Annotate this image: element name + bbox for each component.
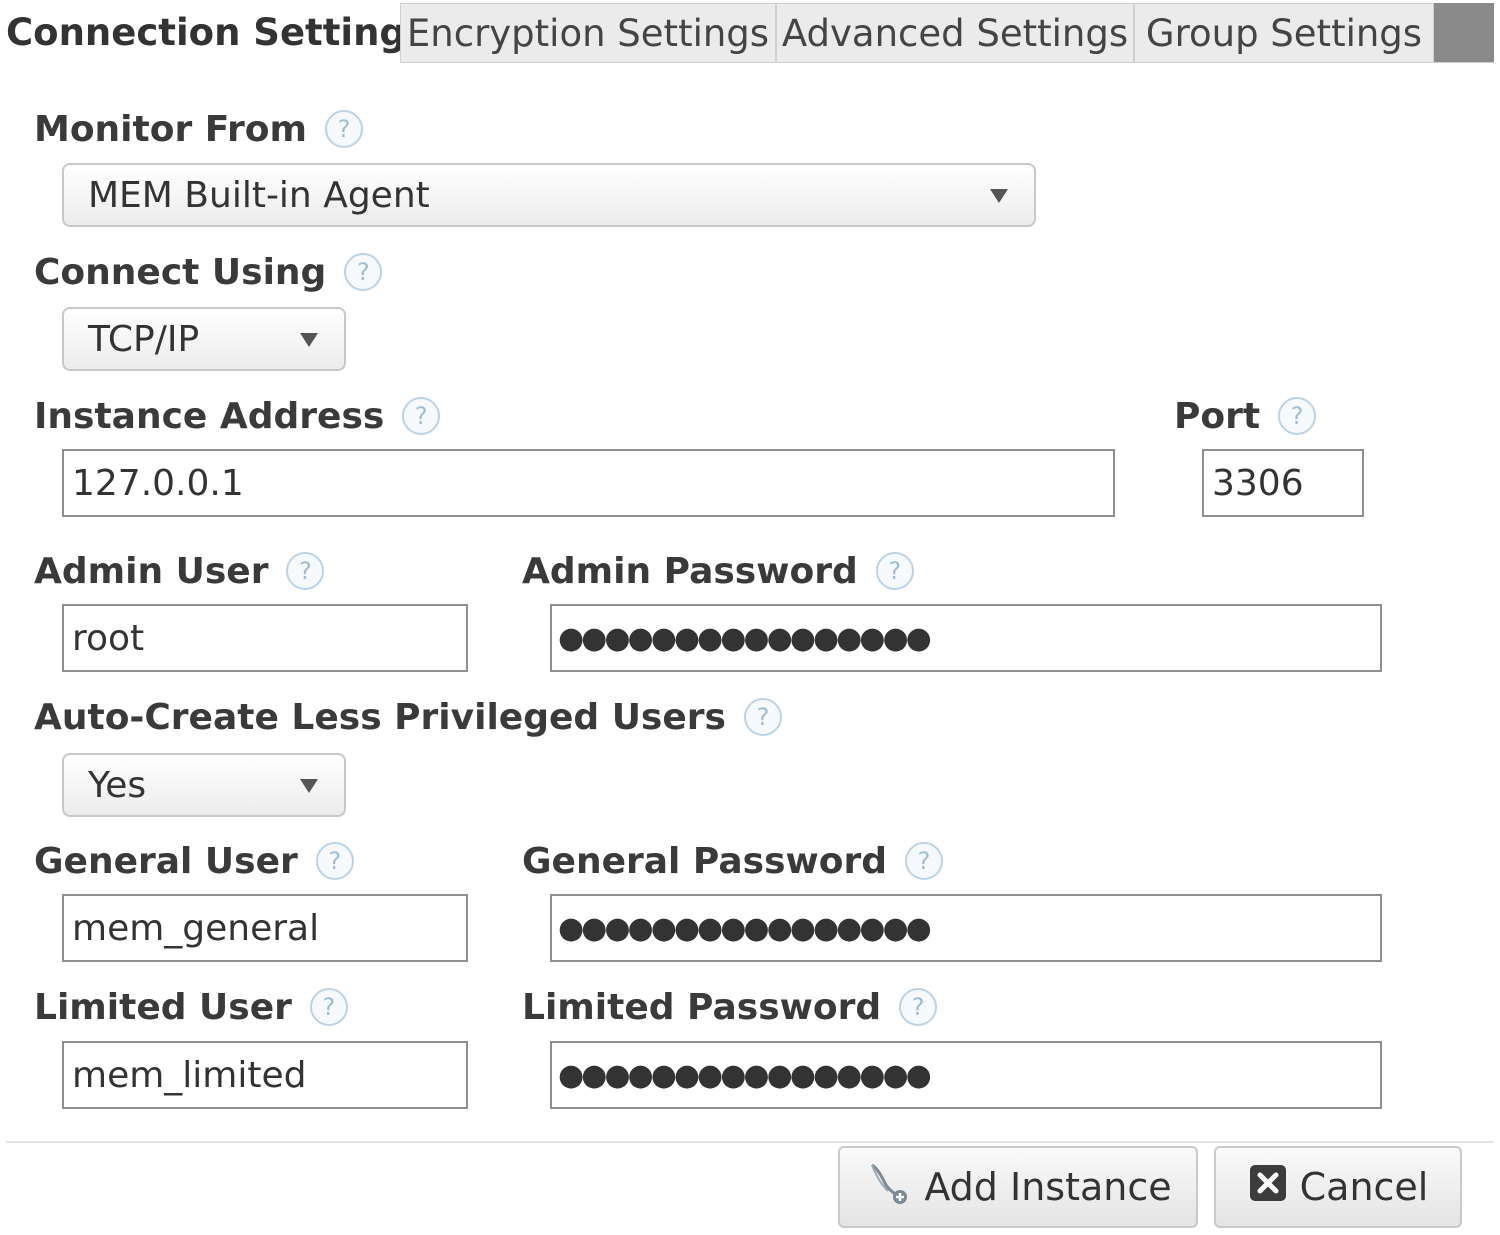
help-icon[interactable]: ? <box>1278 397 1317 435</box>
general-password-label: General Password ? <box>522 836 944 886</box>
help-icon[interactable]: ? <box>875 552 914 590</box>
help-icon[interactable]: ? <box>899 988 938 1026</box>
tab-advanced-settings[interactable]: Advanced Settings <box>776 3 1134 62</box>
monitor-from-select[interactable]: MEM Built-in Agent <box>62 163 1036 227</box>
tab-bar: Connection Settings Encryption Settings … <box>0 0 1500 64</box>
help-icon[interactable]: ? <box>402 397 441 435</box>
port-label: Port ? <box>1174 391 1317 441</box>
instance-address-label: Instance Address ? <box>34 391 441 441</box>
dolphin-add-icon <box>864 1159 912 1216</box>
help-icon[interactable]: ? <box>743 698 782 736</box>
limited-password-label: Limited Password ? <box>522 982 938 1032</box>
limited-password-input[interactable]: ●●●●●●●●●●●●●●●● <box>550 1041 1382 1109</box>
general-user-input[interactable]: mem_general <box>62 894 468 962</box>
connect-using-label: Connect Using ? <box>34 247 383 297</box>
help-icon[interactable]: ? <box>286 552 325 590</box>
admin-password-label: Admin Password ? <box>522 546 914 596</box>
monitor-from-label: Monitor From ? <box>34 104 364 154</box>
port-input[interactable]: 3306 <box>1202 449 1364 517</box>
admin-user-input[interactable]: root <box>62 604 468 672</box>
general-password-input[interactable]: ●●●●●●●●●●●●●●●● <box>550 894 1382 962</box>
limited-user-label: Limited User ? <box>34 982 348 1032</box>
instance-address-input[interactable]: 127.0.0.1 <box>62 449 1115 517</box>
tab-connection-settings[interactable]: Connection Settings <box>6 3 428 62</box>
limited-user-input[interactable]: mem_limited <box>62 1041 468 1109</box>
help-icon[interactable]: ? <box>309 988 348 1026</box>
auto-create-select[interactable]: Yes <box>62 753 346 817</box>
help-icon[interactable]: ? <box>325 110 364 148</box>
tab-encryption-settings[interactable]: Encryption Settings <box>400 3 776 62</box>
help-icon[interactable]: ? <box>344 253 383 291</box>
cancel-button[interactable]: Cancel <box>1214 1146 1462 1228</box>
auto-create-label: Auto-Create Less Privileged Users ? <box>34 692 782 742</box>
chevron-down-icon <box>990 189 1008 203</box>
tab-group-settings[interactable]: Group Settings <box>1134 3 1434 62</box>
admin-password-input[interactable]: ●●●●●●●●●●●●●●●● <box>550 604 1382 672</box>
add-instance-button[interactable]: Add Instance <box>838 1146 1198 1228</box>
chevron-down-icon <box>300 333 318 347</box>
close-icon <box>1248 1163 1288 1212</box>
help-icon[interactable]: ? <box>905 842 944 880</box>
tab-bar-divider <box>400 62 1494 63</box>
footer-divider <box>6 1141 1494 1143</box>
chevron-down-icon <box>300 779 318 793</box>
tab-bar-filler <box>1434 3 1494 62</box>
help-icon[interactable]: ? <box>315 842 354 880</box>
general-user-label: General User ? <box>34 836 354 886</box>
connect-using-select[interactable]: TCP/IP <box>62 307 346 371</box>
admin-user-label: Admin User ? <box>34 546 325 596</box>
